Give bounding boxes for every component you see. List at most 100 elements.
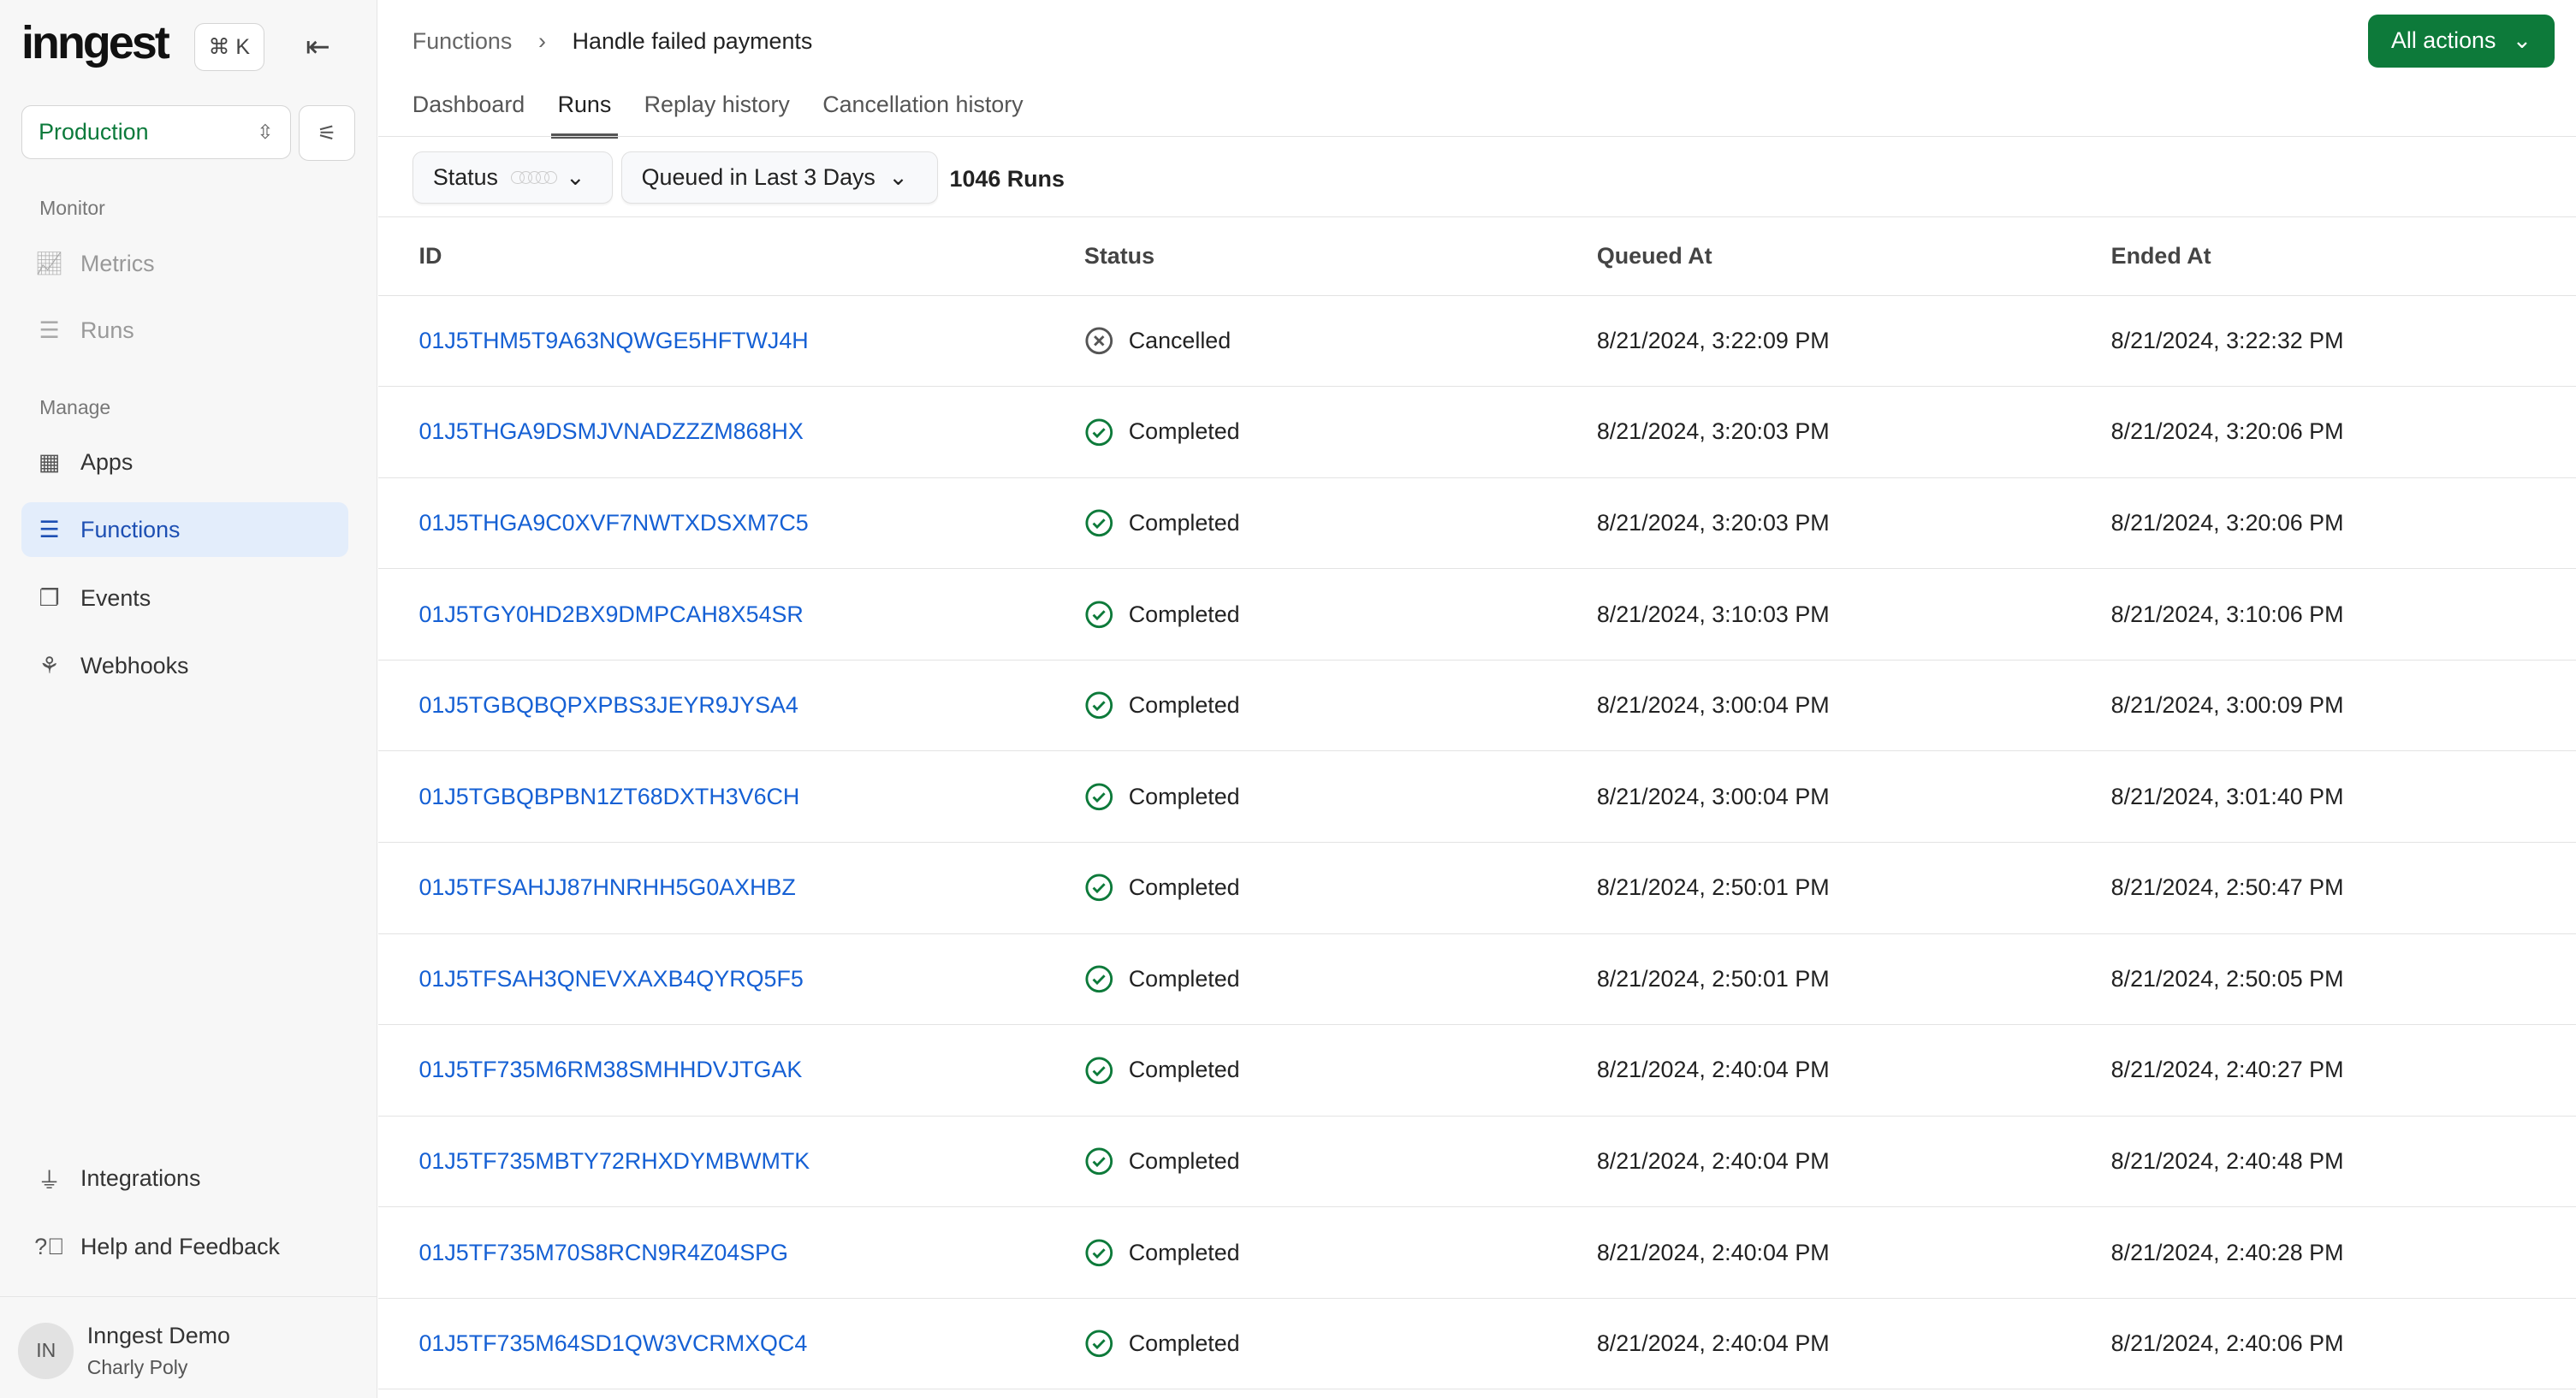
ended-at: 8/21/2024, 3:22:32 PM <box>2110 327 2344 353</box>
ended-at: 8/21/2024, 3:10:06 PM <box>2110 601 2344 627</box>
status-label: Completed <box>1128 1057 1240 1083</box>
chevron-down-icon: ⌄ <box>566 163 585 190</box>
environment-label: Production <box>39 119 149 145</box>
sidebar-item-help[interactable]: ?⃝ Help and Feedback <box>21 1220 348 1274</box>
status-filter[interactable]: Status ⌄ <box>412 151 613 204</box>
check-circle-icon <box>1084 1329 1129 1359</box>
queued-at: 8/21/2024, 2:40:04 PM <box>1596 1330 1830 1357</box>
inngest-logo[interactable]: inngest <box>21 16 170 69</box>
sidebar-item-functions[interactable]: ☰ Functions <box>21 502 348 557</box>
tab-replay-history[interactable]: Replay history <box>644 92 806 134</box>
table-row[interactable]: 01J5THGA9DSMJVNADZZZM868HX Completed 8/2… <box>377 387 2576 478</box>
status-label: Completed <box>1128 692 1240 719</box>
x-circle-icon <box>1084 326 1129 356</box>
ended-at: 8/21/2024, 2:40:06 PM <box>2110 1330 2344 1357</box>
sidebar-item-label: Webhooks <box>80 652 189 678</box>
status-label: Completed <box>1128 783 1240 809</box>
run-status: Cancelled <box>1084 296 1231 387</box>
help-icon: ?⃝ <box>34 1234 65 1260</box>
status-label: Completed <box>1128 1330 1240 1357</box>
user-menu[interactable]: IN Inngest Demo Charly Poly <box>0 1295 377 1398</box>
queued-at: 8/21/2024, 2:40:04 PM <box>1596 1057 1830 1083</box>
sidebar-item-runs[interactable]: ☰ Runs <box>21 304 348 358</box>
events-icon: ❐ <box>39 585 60 612</box>
list-icon: ☰ <box>39 317 60 344</box>
column-header-id: ID <box>418 242 442 269</box>
tab-dashboard[interactable]: Dashboard <box>413 92 542 134</box>
table-row[interactable]: 01J5TF735M64SD1QW3VCRMXQC4 Completed 8/2… <box>377 1299 2576 1390</box>
run-id-link[interactable]: 01J5TGBQBPBN1ZT68DXTH3V6CH <box>418 751 799 842</box>
table-row[interactable]: 01J5THGA9C0XVF7NWTXDSXM7C5 Completed 8/2… <box>377 478 2576 570</box>
collapse-sidebar-icon[interactable]: ⇤ <box>306 30 330 64</box>
run-status: Completed <box>1084 1117 1240 1207</box>
run-id-link[interactable]: 01J5TF735M64SD1QW3VCRMXQC4 <box>418 1299 807 1389</box>
webhook-icon: ⚘ <box>39 652 60 678</box>
run-id-link[interactable]: 01J5THM5T9A63NQWGE5HFTWJ4H <box>418 296 808 387</box>
table-row[interactable]: 01J5TGBQBPBN1ZT68DXTH3V6CH Completed 8/2… <box>377 751 2576 843</box>
run-status: Completed <box>1084 1299 1240 1389</box>
table-row[interactable]: 01J5TGY0HD2BX9DMPCAH8X54SR Completed 8/2… <box>377 569 2576 660</box>
sidebar: inngest ⌘ K ⇤ Production ⇳ ⚟ Monitor 📈︎ Me… <box>0 0 377 1398</box>
run-status: Completed <box>1084 569 1240 660</box>
chevron-down-icon: ⌄ <box>888 163 908 190</box>
sidebar-item-events[interactable]: ❐ Events <box>21 572 348 625</box>
sidebar-item-apps[interactable]: ▦ Apps <box>21 435 348 489</box>
sidebar-item-label: Apps <box>80 448 134 475</box>
table-row[interactable]: 01J5TF735M70S8RCN9R4Z04SPG Completed 8/2… <box>377 1207 2576 1299</box>
queued-at: 8/21/2024, 3:20:03 PM <box>1596 418 1830 445</box>
status-label: Completed <box>1128 601 1240 627</box>
sidebar-item-label: Functions <box>80 516 181 542</box>
queued-at: 8/21/2024, 3:00:04 PM <box>1596 783 1830 809</box>
breadcrumb-functions[interactable]: Functions <box>413 28 512 55</box>
runs-table: ID Status Queued At Ended At 01J5THM5T9A… <box>377 216 2576 1390</box>
run-id-link[interactable]: 01J5TFSAHJJ87HNRHH5G0AXHBZ <box>418 843 795 933</box>
ended-at: 8/21/2024, 3:20:06 PM <box>2110 418 2344 445</box>
table-row[interactable]: 01J5TF735M6RM38SMHHDVJTGAK Completed 8/2… <box>377 1025 2576 1117</box>
table-row[interactable]: 01J5TFSAH3QNEVXAXB4QYRQ5F5 Completed 8/2… <box>377 934 2576 1026</box>
run-id-link[interactable]: 01J5THGA9DSMJVNADZZZM868HX <box>418 387 803 477</box>
queued-at: 8/21/2024, 3:00:04 PM <box>1596 692 1830 719</box>
table-row[interactable]: 01J5THM5T9A63NQWGE5HFTWJ4H Cancelled 8/2… <box>377 296 2576 388</box>
check-circle-icon <box>1084 600 1129 630</box>
check-circle-icon <box>1084 964 1129 994</box>
run-status: Completed <box>1084 843 1240 933</box>
table-row[interactable]: 01J5TGBQBQPXPBS3JEYR9JYSA4 Completed 8/2… <box>377 660 2576 752</box>
tab-runs[interactable]: Runs <box>550 92 628 139</box>
run-id-link[interactable]: 01J5THGA9C0XVF7NWTXDSXM7C5 <box>418 478 808 569</box>
sidebar-item-label: Help and Feedback <box>80 1234 280 1260</box>
environment-settings-button[interactable]: ⚟ <box>299 104 355 162</box>
run-status: Completed <box>1084 478 1240 569</box>
run-id-link[interactable]: 01J5TGY0HD2BX9DMPCAH8X54SR <box>418 569 803 660</box>
run-id-link[interactable]: 01J5TF735M70S8RCN9R4Z04SPG <box>418 1207 787 1298</box>
org-name: Inngest Demo <box>86 1323 230 1349</box>
command-palette-button[interactable]: ⌘ K <box>193 22 265 71</box>
table-row[interactable]: 01J5TFSAHJJ87HNRHH5G0AXHBZ Completed 8/2… <box>377 843 2576 934</box>
check-circle-icon <box>1084 1146 1129 1176</box>
breadcrumb-current: Handle failed payments <box>572 27 813 54</box>
all-actions-button[interactable]: All actions ⌄ <box>2368 15 2555 68</box>
time-filter[interactable]: Queued in Last 3 Days ⌄ <box>620 151 939 204</box>
run-id-link[interactable]: 01J5TGBQBQPXPBS3JEYR9JYSA4 <box>418 660 798 751</box>
tab-cancellation-history[interactable]: Cancellation history <box>822 92 1040 134</box>
queued-at: 8/21/2024, 2:50:01 PM <box>1596 965 1830 992</box>
sidebar-item-metrics[interactable]: 📈︎ Metrics <box>21 236 348 290</box>
table-row[interactable]: 01J5TF735MBTY72RHXDYMBWMTK Completed 8/2… <box>377 1117 2576 1208</box>
run-status: Completed <box>1084 934 1240 1025</box>
run-id-link[interactable]: 01J5TF735M6RM38SMHHDVJTGAK <box>418 1025 802 1116</box>
environment-select[interactable]: Production ⇳ <box>21 104 291 160</box>
sidebar-item-label: Runs <box>80 317 134 344</box>
queued-at: 8/21/2024, 3:10:03 PM <box>1596 601 1830 627</box>
tabs: Dashboard Runs Replay history Cancellati… <box>413 92 1056 139</box>
sidebar-item-label: Events <box>80 585 151 612</box>
ended-at: 8/21/2024, 3:20:06 PM <box>2110 510 2344 536</box>
run-id-link[interactable]: 01J5TF735MBTY72RHXDYMBWMTK <box>418 1117 810 1207</box>
main-content: Functions › Handle failed payments All a… <box>377 0 2576 1398</box>
column-header-ended: Ended At <box>2110 242 2211 269</box>
check-circle-icon <box>1084 782 1129 812</box>
chevron-right-icon: › <box>537 27 546 54</box>
ended-at: 8/21/2024, 2:40:27 PM <box>2110 1057 2344 1083</box>
plug-icon: ⏚ <box>38 1167 61 1194</box>
run-id-link[interactable]: 01J5TFSAH3QNEVXAXB4QYRQ5F5 <box>418 934 803 1025</box>
sidebar-item-webhooks[interactable]: ⚘ Webhooks <box>21 639 348 693</box>
sidebar-item-integrations[interactable]: ⏚ Integrations <box>21 1152 348 1205</box>
